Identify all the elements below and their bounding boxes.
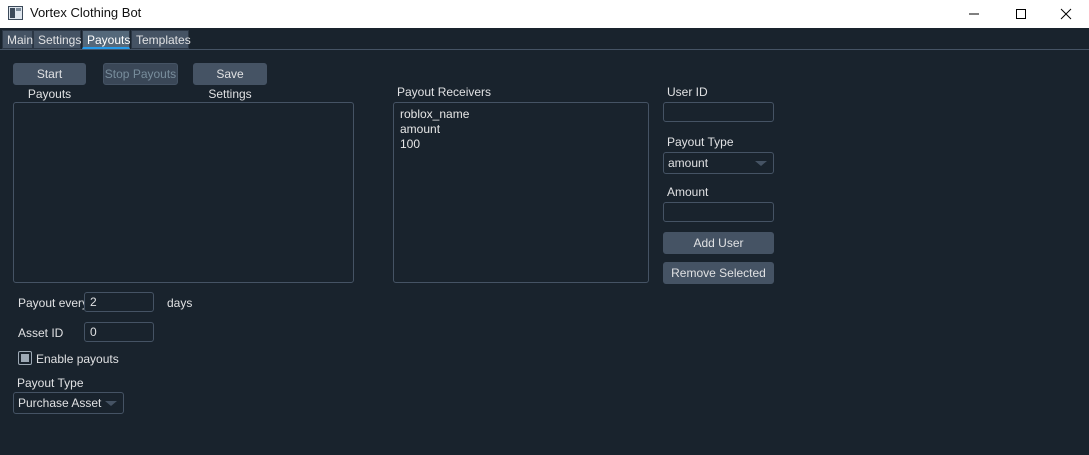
minimize-icon — [969, 13, 979, 15]
receiver-line: roblox_name — [400, 107, 470, 121]
receiver-line: 100 — [400, 137, 421, 151]
tab-bar: Main Settings Payouts Templates — [0, 28, 1089, 50]
tab-payouts[interactable]: Payouts — [82, 30, 130, 49]
app-icon — [8, 6, 23, 20]
amount-label: Amount — [667, 185, 709, 199]
stop-payouts-button[interactable]: Stop Payouts — [103, 63, 178, 85]
add-user-button[interactable]: Add User — [663, 232, 774, 254]
amount-input[interactable] — [663, 202, 774, 222]
payout-every-input[interactable]: 2 — [84, 292, 154, 312]
user-payout-type-label: Payout Type — [667, 135, 734, 149]
close-icon — [1060, 8, 1072, 20]
chevron-down-icon — [755, 161, 767, 166]
log-panel[interactable] — [13, 102, 354, 283]
user-payout-type-select-value: amount — [668, 156, 709, 170]
payout-type-select-value: Purchase Asset — [18, 396, 102, 410]
save-settings-button[interactable]: Save Settings — [193, 63, 267, 101]
tab-templates[interactable]: Templates — [131, 30, 191, 49]
tab-settings[interactable]: Settings — [33, 30, 81, 49]
enable-payouts-label: Enable payouts — [36, 352, 119, 366]
close-button[interactable] — [1043, 0, 1089, 28]
asset-id-label: Asset ID — [18, 326, 64, 340]
payout-type-label: Payout Type — [17, 376, 84, 390]
payout-receivers-list[interactable]: roblox_name amount 100 — [393, 102, 649, 283]
title-bar: Vortex Clothing Bot — [0, 0, 1089, 28]
tab-main[interactable]: Main — [2, 30, 33, 49]
chevron-down-icon — [105, 401, 117, 406]
payout-receivers-title: Payout Receivers — [397, 85, 492, 99]
remove-selected-button[interactable]: Remove Selected — [663, 262, 774, 284]
maximize-button[interactable] — [998, 0, 1044, 28]
payout-every-label: Payout every — [18, 296, 89, 310]
minimize-button[interactable] — [951, 0, 997, 28]
start-payouts-button[interactable]: Start Payouts — [13, 63, 86, 101]
window-title: Vortex Clothing Bot — [30, 5, 142, 20]
enable-payouts-checkbox[interactable] — [18, 351, 32, 365]
user-id-label: User ID — [667, 85, 708, 99]
user-payout-type-select[interactable]: amount — [663, 152, 774, 174]
payout-type-select[interactable]: Purchase Asset — [13, 392, 124, 414]
asset-id-input[interactable]: 0 — [84, 322, 154, 342]
maximize-icon — [1016, 9, 1026, 19]
user-id-input[interactable] — [663, 102, 774, 122]
receiver-line: amount — [400, 122, 441, 136]
days-label: days — [167, 296, 193, 310]
